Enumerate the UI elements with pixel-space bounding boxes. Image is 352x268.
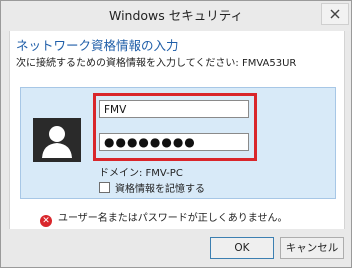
user-icon (42, 126, 72, 158)
username-input[interactable]: FMV (99, 100, 249, 118)
dialog-heading: ネットワーク資格情報の入力 (16, 38, 179, 53)
cancel-button[interactable]: キャンセル (280, 237, 344, 259)
dialog-content: ネットワーク資格情報の入力 次に接続するための資格情報を入力してください: FM… (9, 31, 345, 229)
user-avatar (33, 118, 81, 162)
remember-label: 資格情報を記憶する (115, 184, 205, 195)
remember-credentials[interactable]: 資格情報を記憶する (99, 180, 205, 195)
error-message: ✕ ユーザー名またはパスワードが正しくありません。 (40, 209, 288, 227)
window-title: Windows セキュリティ (108, 8, 244, 23)
error-icon: ✕ (40, 215, 52, 227)
close-icon (330, 9, 340, 19)
close-button[interactable] (321, 3, 349, 25)
dialog-instructions: 次に接続するための資格情報を入力してください: FMVA53UR (16, 58, 297, 69)
ok-button[interactable]: OK (210, 237, 274, 259)
remember-checkbox[interactable] (99, 182, 110, 193)
credential-panel: FMV ●●●●●●●● ドメイン: FMV-PC 資格情報を記憶する (20, 87, 336, 199)
title-bar: Windows セキュリティ (1, 1, 351, 31)
credential-dialog: Windows セキュリティ ネットワーク資格情報の入力 次に接続するための資格… (0, 0, 352, 268)
error-text: ユーザー名またはパスワードが正しくありません。 (58, 213, 288, 224)
domain-label: ドメイン: FMV-PC (99, 168, 183, 179)
password-input[interactable]: ●●●●●●●● (99, 133, 249, 151)
